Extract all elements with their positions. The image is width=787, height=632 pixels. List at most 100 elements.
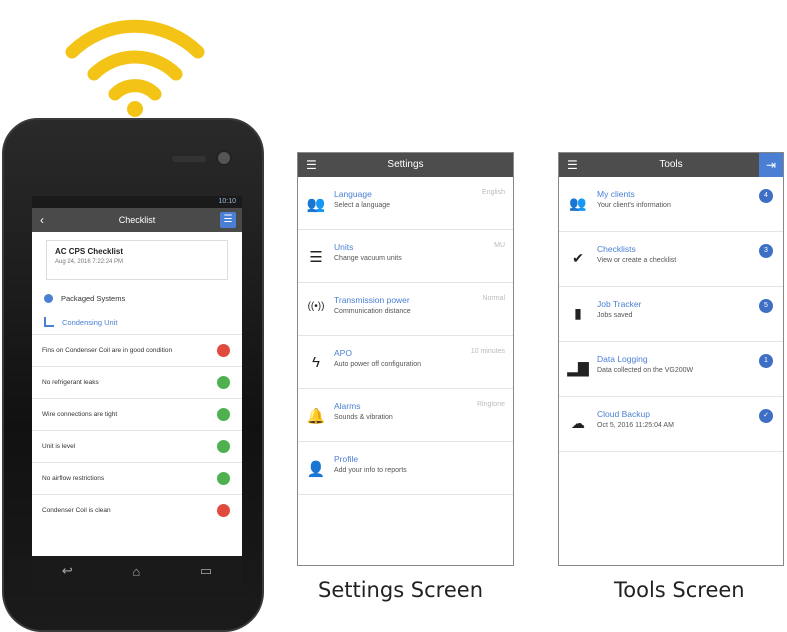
check-item-label: Unit is level: [42, 443, 76, 450]
status-time: 10:10: [218, 198, 236, 205]
tools-item-clients[interactable]: 👥 My clients Your client's information 4: [559, 177, 783, 232]
fail-status-icon[interactable]: [217, 504, 230, 517]
menu-icon[interactable]: ☰: [220, 212, 236, 228]
tools-item-job-tracker[interactable]: ▮ Job Tracker Jobs saved 5: [559, 287, 783, 342]
settings-item-apo[interactable]: ϟ APO Auto power off configuration 10 mi…: [298, 336, 513, 389]
phone-screen: 10:10 ‹ Checklist ☰ AC CPS Checklist Aug…: [32, 196, 242, 586]
system-dot-icon: [44, 293, 53, 303]
settings-item-value: Normal: [482, 295, 505, 302]
check-item[interactable]: No airflow restrictions: [32, 462, 242, 494]
check-icon: ✔: [572, 250, 584, 266]
check-item-label: Condenser Coil is clean: [42, 507, 111, 514]
tools-item-data-logging[interactable]: ▂▇ Data Logging Data collected on the VG…: [559, 342, 783, 397]
bar-chart-icon: ▂▇: [567, 360, 589, 376]
nav-home-icon[interactable]: ⌂: [132, 564, 140, 579]
count-badge: 1: [759, 354, 773, 368]
tools-item-subtitle: Oct 5, 2016 11:25:04 AM: [597, 422, 674, 429]
branch-icon: [44, 317, 54, 327]
unit-row[interactable]: Condensing Unit: [32, 310, 242, 334]
settings-item-subtitle: Change vacuum units: [334, 255, 402, 262]
system-row[interactable]: Packaged Systems: [32, 286, 242, 310]
check-item-label: No refrigerant leaks: [42, 379, 99, 386]
unit-label: Condensing Unit: [62, 317, 118, 327]
tools-item-subtitle: Data collected on the VG200W: [597, 367, 694, 374]
check-item[interactable]: Condenser Coil is clean: [32, 494, 242, 526]
settings-item-title: Profile: [334, 454, 359, 464]
settings-item-transmission[interactable]: ((•)) Transmission power Communication d…: [298, 283, 513, 336]
cloud-icon: ☁: [571, 415, 585, 431]
tools-item-subtitle: View or create a checklist: [597, 257, 677, 264]
phone-speaker: [172, 156, 206, 162]
check-item[interactable]: Wire connections are tight: [32, 398, 242, 430]
settings-title: Settings: [387, 159, 424, 170]
settings-caption: Settings Screen: [318, 578, 484, 602]
tools-item-title: Checklists: [597, 244, 636, 254]
android-nav-bar: ↩ ⌂ ▭: [32, 556, 242, 586]
settings-screen: ☰ Settings 👥 Language Select a language …: [297, 152, 514, 566]
checklist-items: Fins on Condenser Coil are in good condi…: [32, 334, 242, 526]
settings-item-title: Units: [334, 242, 354, 252]
count-badge: 5: [759, 299, 773, 313]
check-item-label: Fins on Condenser Coil are in good condi…: [42, 347, 173, 354]
nav-back-icon[interactable]: ↩: [62, 563, 73, 579]
check-item[interactable]: No refrigerant leaks: [32, 366, 242, 398]
tools-screen: ☰ Tools ⇥ 👥 My clients Your client's inf…: [558, 152, 784, 566]
system-label: Packaged Systems: [61, 293, 126, 303]
tools-item-subtitle: Your client's information: [597, 202, 671, 209]
tools-item-checklists[interactable]: ✔ Checklists View or create a checklist …: [559, 232, 783, 287]
ok-status-icon[interactable]: [217, 440, 230, 453]
settings-item-subtitle: Auto power off configuration: [334, 361, 422, 368]
settings-item-units[interactable]: ☰ Units Change vacuum units MU: [298, 230, 513, 283]
bell-icon: 🔔: [306, 408, 326, 425]
settings-item-value: English: [482, 189, 505, 196]
tools-item-title: Data Logging: [597, 354, 648, 364]
tools-title: Tools: [659, 159, 683, 170]
document-icon: ▮: [574, 305, 582, 321]
settings-item-alarms[interactable]: 🔔 Alarms Sounds & vibration Ringtone: [298, 389, 513, 442]
settings-item-value: MU: [494, 242, 505, 249]
check-item-label: No airflow restrictions: [42, 475, 105, 482]
settings-item-value: 10 minutes: [470, 348, 505, 355]
count-badge: 3: [759, 244, 773, 258]
phone-camera: [216, 150, 232, 166]
people-icon: 👥: [306, 196, 326, 213]
ok-status-icon[interactable]: [217, 472, 230, 485]
sliders-icon: ☰: [309, 249, 323, 266]
status-bar: 10:10: [32, 196, 242, 208]
checklist-card[interactable]: AC CPS Checklist Aug 24, 2016 7:22:24 PM: [46, 240, 228, 280]
tools-item-subtitle: Jobs saved: [597, 312, 633, 319]
settings-item-language[interactable]: 👥 Language Select a language English: [298, 177, 513, 230]
check-item[interactable]: Unit is level: [32, 430, 242, 462]
settings-item-subtitle: Select a language: [334, 202, 391, 209]
tools-item-title: My clients: [597, 189, 635, 199]
check-item[interactable]: Fins on Condenser Coil are in good condi…: [32, 334, 242, 366]
person-icon: 👤: [306, 461, 326, 478]
nav-recents-icon[interactable]: ▭: [200, 563, 212, 579]
checked-badge: ✓: [759, 409, 773, 423]
back-icon[interactable]: ‹: [40, 208, 44, 232]
tools-caption: Tools Screen: [614, 578, 745, 602]
hamburger-icon[interactable]: ☰: [306, 153, 317, 177]
hamburger-icon[interactable]: ☰: [567, 153, 578, 177]
logout-icon[interactable]: ⇥: [759, 153, 783, 177]
ok-status-icon[interactable]: [217, 376, 230, 389]
settings-item-profile[interactable]: 👤 Profile Add your info to reports: [298, 442, 513, 495]
tools-item-title: Job Tracker: [597, 299, 642, 309]
wifi-icon: [65, 19, 205, 117]
tools-item-cloud-backup[interactable]: ☁ Cloud Backup Oct 5, 2016 11:25:04 AM ✓: [559, 397, 783, 452]
header-title: Checklist: [118, 215, 156, 225]
count-badge: 4: [759, 189, 773, 203]
checklist-title: AC CPS Checklist: [55, 247, 124, 256]
tools-item-title: Cloud Backup: [597, 409, 650, 419]
check-item-label: Wire connections are tight: [42, 411, 118, 418]
fail-status-icon[interactable]: [217, 344, 230, 357]
ok-status-icon[interactable]: [217, 408, 230, 421]
phone-device: 10:10 ‹ Checklist ☰ AC CPS Checklist Aug…: [2, 118, 264, 632]
settings-header: ☰ Settings: [298, 153, 513, 177]
checklist-date: Aug 24, 2016 7:22:24 PM: [55, 259, 124, 265]
checklist-header: ‹ Checklist ☰: [32, 208, 242, 232]
signal-icon: ((•)): [307, 301, 325, 312]
bolt-icon: ϟ: [312, 354, 320, 371]
tools-header: ☰ Tools ⇥: [559, 153, 783, 177]
settings-item-subtitle: Add your info to reports: [334, 467, 407, 474]
